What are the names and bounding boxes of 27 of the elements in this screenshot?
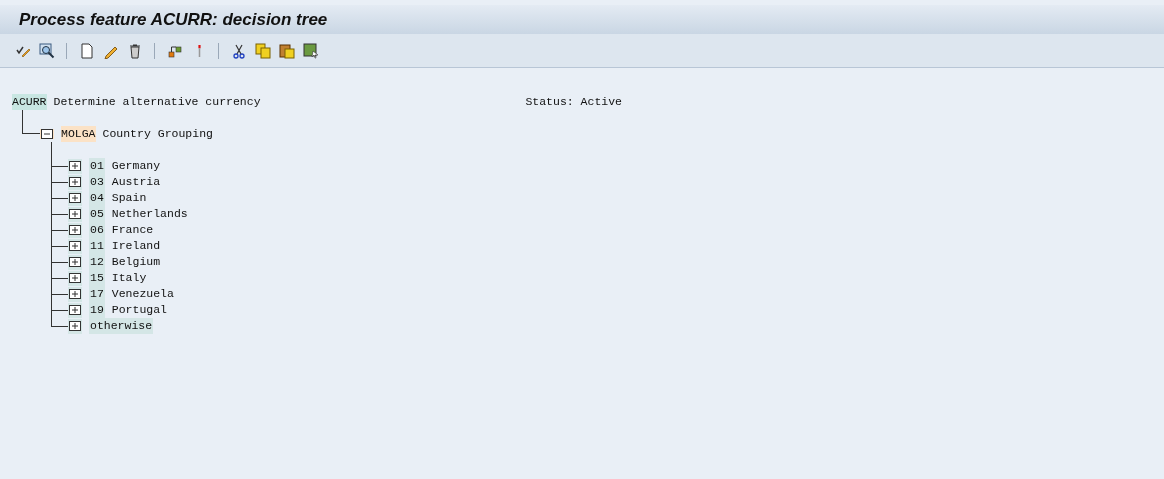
status-text: Status: Active [525,94,622,110]
node-text: Italy [111,270,147,286]
node-text: Portugal [111,302,168,318]
node-text: France [111,222,154,238]
node-text: Germany [111,158,161,174]
node-key[interactable]: 05 [89,206,105,222]
node-key[interactable]: ACURR [12,94,47,110]
node-text: Ireland [111,238,161,254]
node-key[interactable]: 01 [89,158,105,174]
node-text: Belgium [111,254,161,270]
node-text: Netherlands [111,206,188,222]
node-key[interactable]: 06 [89,222,105,238]
node-key[interactable]: 04 [89,190,105,206]
node-key[interactable]: 15 [89,270,105,286]
node-text: Austria [111,174,161,190]
node-key[interactable]: 19 [89,302,105,318]
node-key[interactable]: 17 [89,286,105,302]
window-title: Process feature ACURR: decision tree [19,8,328,31]
node-text: Venezuela [111,286,174,302]
node-text: Determine alternative currency [53,94,261,110]
node-text: Spain [111,190,147,206]
node-key[interactable]: 03 [89,174,105,190]
node-text: Country Grouping [102,126,213,142]
node-key[interactable]: MOLGA [61,126,96,142]
node-key[interactable]: 11 [89,238,105,254]
node-key[interactable]: otherwise [89,318,154,334]
node-key[interactable]: 12 [89,254,105,270]
